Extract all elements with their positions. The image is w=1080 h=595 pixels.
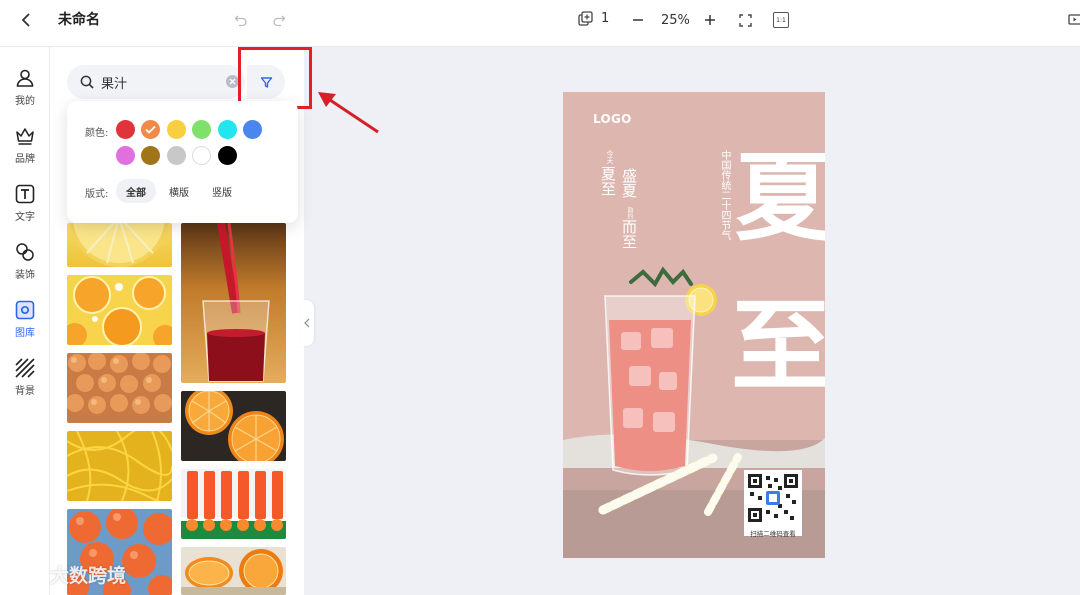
gallery-icon bbox=[14, 299, 36, 321]
poster-text-summer[interactable]: 夏至 bbox=[599, 166, 617, 196]
annotation-arrow bbox=[318, 92, 379, 134]
crown-icon bbox=[14, 125, 36, 147]
filter-popup: 颜色: 版式: 全部 横版 竖版 bbox=[67, 101, 298, 223]
color-swatch-gray[interactable] bbox=[167, 146, 186, 165]
fit-screen-button[interactable] bbox=[737, 12, 753, 28]
rail-item-brand[interactable]: 品牌 bbox=[0, 125, 50, 175]
chevron-left-icon bbox=[21, 13, 30, 27]
annotation-highlight-box bbox=[238, 47, 312, 109]
rail-item-mine[interactable]: 我的 bbox=[0, 67, 50, 117]
undo-icon bbox=[234, 15, 247, 27]
poster-text-today[interactable]: 今天 bbox=[606, 150, 614, 164]
qr-caption[interactable]: 扫描二维码查看 bbox=[748, 528, 798, 538]
color-swatch-orange-selected[interactable] bbox=[141, 120, 160, 139]
close-icon bbox=[229, 78, 236, 85]
play-screen-icon bbox=[1068, 14, 1080, 25]
color-label: 颜色: bbox=[85, 128, 109, 139]
gallery-image[interactable] bbox=[181, 391, 286, 461]
rail-item-background[interactable]: 背景 bbox=[0, 357, 50, 407]
zoom-out-button[interactable] bbox=[630, 12, 646, 28]
gallery-image[interactable] bbox=[67, 275, 172, 345]
color-swatch-yellow[interactable] bbox=[167, 120, 186, 139]
text-icon bbox=[14, 183, 36, 205]
preview-button[interactable] bbox=[1068, 12, 1080, 28]
color-swatch-brown[interactable] bbox=[141, 146, 160, 165]
gallery-image[interactable] bbox=[67, 353, 172, 423]
shapes-icon bbox=[14, 241, 36, 263]
check-icon bbox=[145, 125, 156, 134]
search-icon bbox=[80, 75, 94, 89]
layout-label: 版式: bbox=[85, 189, 109, 200]
color-swatch-white[interactable] bbox=[192, 146, 211, 165]
redo-icon bbox=[273, 15, 286, 27]
left-rail: 我的 品牌 文字 装饰 图库 背景 bbox=[0, 47, 50, 595]
search-box[interactable] bbox=[67, 65, 245, 99]
page-count: 1 bbox=[601, 11, 610, 26]
gallery-image[interactable] bbox=[181, 547, 286, 595]
fullscreen-icon bbox=[738, 13, 752, 27]
collapse-panel-button[interactable] bbox=[300, 300, 314, 346]
plus-icon bbox=[705, 15, 715, 25]
color-swatch-black[interactable] bbox=[218, 146, 237, 165]
qr-code-icon bbox=[748, 474, 798, 522]
rail-item-gallery[interactable]: 图库 bbox=[0, 299, 50, 349]
color-swatch-green[interactable] bbox=[192, 120, 211, 139]
poster-text-arrives[interactable]: 而至 bbox=[620, 219, 638, 249]
gallery-image[interactable] bbox=[181, 469, 286, 539]
watermark: 大数跨境 bbox=[8, 561, 126, 588]
gallery-image[interactable] bbox=[67, 223, 172, 267]
rail-item-decor[interactable]: 装饰 bbox=[0, 241, 50, 291]
undo-button[interactable] bbox=[233, 12, 249, 28]
poster-text-solar-term[interactable]: 中国传统二十四节气 bbox=[719, 150, 730, 240]
back-button[interactable] bbox=[16, 10, 36, 30]
poster-qr-code[interactable]: 扫描二维码查看 bbox=[744, 470, 802, 538]
chevron-left-icon bbox=[304, 318, 310, 328]
zoom-in-button[interactable] bbox=[702, 12, 718, 28]
poster-canvas[interactable]: LOGO 今天 夏至 盛夏 韵约 而至 中国传统二十四节气 夏 至 扫描二维码查… bbox=[563, 92, 825, 558]
gallery-image[interactable] bbox=[67, 431, 172, 501]
layout-option-landscape[interactable]: 横版 bbox=[159, 179, 199, 203]
page-counter[interactable]: 1 bbox=[578, 11, 609, 26]
watermark-logo-icon bbox=[9, 564, 45, 583]
user-icon bbox=[14, 67, 36, 89]
poster-big-char-xia[interactable]: 夏 bbox=[735, 150, 825, 246]
add-page-icon bbox=[578, 11, 593, 26]
document-title[interactable]: 未命名 bbox=[58, 9, 100, 29]
redo-button[interactable] bbox=[271, 12, 287, 28]
layout-option-portrait[interactable]: 竖版 bbox=[202, 179, 242, 203]
poster-text-rhyme[interactable]: 韵约 bbox=[626, 207, 633, 219]
color-swatch-red[interactable] bbox=[116, 120, 135, 139]
poster-text-midsummer[interactable]: 盛夏 bbox=[620, 168, 638, 198]
color-swatch-blue[interactable] bbox=[243, 120, 262, 139]
zoom-level[interactable]: 25% bbox=[661, 13, 690, 28]
color-swatch-pink[interactable] bbox=[116, 146, 135, 165]
minus-icon bbox=[633, 19, 643, 21]
color-swatch-cyan[interactable] bbox=[218, 120, 237, 139]
gallery-image[interactable] bbox=[181, 223, 286, 383]
watermark-text: 大数跨境 bbox=[50, 565, 127, 587]
top-toolbar: 未命名 1 25% 1:1 bbox=[0, 0, 1080, 47]
rail-item-text[interactable]: 文字 bbox=[0, 183, 50, 233]
poster-logo[interactable]: LOGO bbox=[593, 112, 632, 126]
background-icon bbox=[14, 357, 36, 379]
ratio-button[interactable]: 1:1 bbox=[773, 12, 789, 28]
layout-option-all[interactable]: 全部 bbox=[116, 179, 156, 203]
search-input[interactable] bbox=[101, 74, 219, 90]
